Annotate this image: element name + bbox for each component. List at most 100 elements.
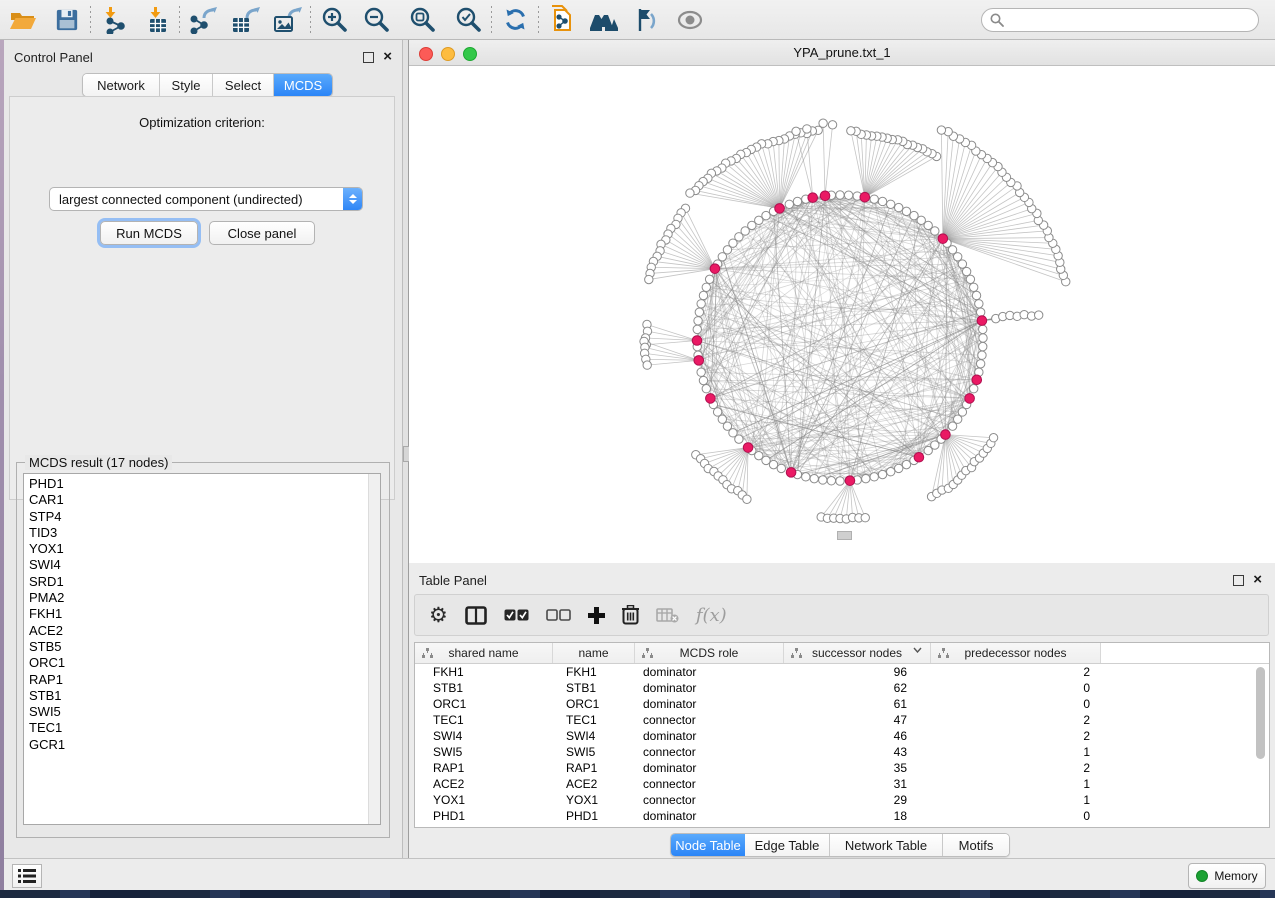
- zoom-fit-icon[interactable]: [405, 4, 439, 36]
- graph-node[interactable]: [870, 195, 878, 203]
- graph-node[interactable]: [910, 211, 918, 219]
- table-row[interactable]: TEC1TEC1connector472: [415, 712, 1269, 728]
- graph-node[interactable]: [828, 121, 836, 129]
- close-panel-button[interactable]: Close panel: [209, 221, 315, 245]
- mcds-graph-node[interactable]: [860, 192, 870, 202]
- mcds-graph-node[interactable]: [941, 430, 951, 440]
- first-neighbors-icon[interactable]: [587, 4, 621, 36]
- mcds-list-scrollbar[interactable]: [368, 474, 380, 824]
- mcds-graph-node[interactable]: [820, 191, 830, 201]
- export-table-icon[interactable]: [228, 4, 262, 36]
- table-options-icon[interactable]: ⚙: [429, 599, 448, 631]
- graph-node[interactable]: [902, 460, 910, 468]
- import-table-icon[interactable]: [139, 4, 173, 36]
- graph-node[interactable]: [861, 514, 869, 522]
- graph-node[interactable]: [699, 376, 707, 384]
- table-row[interactable]: STB1STB1dominator620: [415, 680, 1269, 696]
- horizontal-splitter-handle[interactable]: [837, 531, 852, 540]
- mcds-result-item[interactable]: SWI5: [29, 704, 380, 720]
- graph-node[interactable]: [887, 200, 895, 208]
- graph-node[interactable]: [972, 291, 980, 299]
- graph-node[interactable]: [819, 476, 827, 484]
- graph-node[interactable]: [705, 275, 713, 283]
- mcds-graph-node[interactable]: [743, 443, 753, 453]
- graph-node[interactable]: [979, 334, 987, 342]
- graph-node[interactable]: [979, 342, 987, 350]
- graph-node[interactable]: [645, 275, 653, 283]
- network-window-titlebar[interactable]: YPA_prune.txt_1: [409, 40, 1275, 66]
- zoom-out-icon[interactable]: [359, 4, 393, 36]
- tab-edge-table[interactable]: Edge Table: [745, 834, 830, 856]
- table-row[interactable]: SWI4SWI4dominator462: [415, 728, 1269, 744]
- mcds-graph-node[interactable]: [694, 356, 704, 366]
- tab-network[interactable]: Network: [83, 74, 160, 96]
- graph-node[interactable]: [970, 283, 978, 291]
- mcds-result-item[interactable]: CAR1: [29, 492, 380, 508]
- zoom-in-icon[interactable]: [317, 4, 351, 36]
- graph-node[interactable]: [878, 470, 886, 478]
- memory-button[interactable]: Memory: [1188, 863, 1266, 889]
- graph-node[interactable]: [975, 300, 983, 308]
- mcds-result-item[interactable]: ORC1: [29, 655, 380, 671]
- tab-motifs[interactable]: Motifs: [943, 834, 1009, 856]
- graph-node[interactable]: [894, 203, 902, 211]
- graph-node[interactable]: [870, 473, 878, 481]
- table-row[interactable]: ORC1ORC1dominator610: [415, 696, 1269, 712]
- network-canvas[interactable]: [409, 66, 1275, 563]
- close-panel-icon[interactable]: ×: [1253, 575, 1262, 585]
- table-row[interactable]: ACE2ACE2connector311: [415, 776, 1269, 792]
- graph-node[interactable]: [1034, 311, 1042, 319]
- mcds-result-item[interactable]: SWI4: [29, 557, 380, 573]
- tab-node-table[interactable]: Node Table: [671, 834, 745, 856]
- graph-node[interactable]: [979, 325, 987, 333]
- graph-node[interactable]: [847, 127, 855, 135]
- export-image-icon[interactable]: [270, 4, 304, 36]
- graph-node[interactable]: [803, 125, 811, 133]
- column-header-shared-name[interactable]: shared name: [415, 643, 553, 663]
- mcds-result-item[interactable]: STP4: [29, 509, 380, 525]
- table-row[interactable]: PHD1PHD1dominator180: [415, 808, 1269, 824]
- graph-node[interactable]: [810, 474, 818, 482]
- graph-node[interactable]: [694, 317, 702, 325]
- show-graphics-details-icon[interactable]: [629, 4, 663, 36]
- deselect-all-icon[interactable]: [546, 599, 571, 631]
- graph-node[interactable]: [966, 275, 974, 283]
- graph-node[interactable]: [844, 191, 852, 199]
- table-row[interactable]: YOX1YOX1connector291: [415, 792, 1269, 808]
- mcds-result-item[interactable]: ACE2: [29, 623, 380, 639]
- mcds-graph-node[interactable]: [808, 193, 818, 203]
- tab-style[interactable]: Style: [160, 74, 213, 96]
- mcds-graph-node[interactable]: [977, 316, 987, 326]
- graph-node[interactable]: [976, 308, 984, 316]
- run-mcds-button[interactable]: Run MCDS: [100, 221, 198, 245]
- graph-node[interactable]: [702, 385, 710, 393]
- graph-node[interactable]: [699, 291, 707, 299]
- graph-node[interactable]: [962, 267, 970, 275]
- minimize-window-icon[interactable]: [441, 47, 455, 61]
- mcds-graph-node[interactable]: [706, 394, 716, 404]
- mcds-graph-node[interactable]: [775, 204, 785, 214]
- table-scrollbar[interactable]: [1256, 667, 1266, 825]
- show-columns-icon[interactable]: [465, 599, 487, 631]
- graph-node[interactable]: [894, 464, 902, 472]
- delete-columns-icon[interactable]: [622, 599, 639, 631]
- graph-node[interactable]: [819, 119, 827, 127]
- graph-node[interactable]: [792, 127, 800, 135]
- graph-node[interactable]: [693, 325, 701, 333]
- search-input[interactable]: [1010, 11, 1250, 28]
- graph-node[interactable]: [989, 434, 997, 442]
- save-session-icon[interactable]: [50, 4, 84, 36]
- tab-select[interactable]: Select: [213, 74, 274, 96]
- graph-node[interactable]: [862, 474, 870, 482]
- mcds-result-item[interactable]: RAP1: [29, 672, 380, 688]
- mcds-result-listbox[interactable]: PHD1CAR1STP4TID3YOX1SWI4SRD1PMA2FKH1ACE2…: [23, 473, 381, 825]
- mcds-graph-node[interactable]: [972, 375, 982, 385]
- maximize-window-icon[interactable]: [463, 47, 477, 61]
- graph-node[interactable]: [978, 351, 986, 359]
- scrollbar-thumb[interactable]: [1256, 667, 1265, 759]
- hide-graphics-icon[interactable]: [673, 4, 707, 36]
- graph-node[interactable]: [937, 126, 945, 134]
- mcds-graph-node[interactable]: [914, 452, 924, 462]
- graph-node[interactable]: [769, 460, 777, 468]
- graph-node[interactable]: [695, 308, 703, 316]
